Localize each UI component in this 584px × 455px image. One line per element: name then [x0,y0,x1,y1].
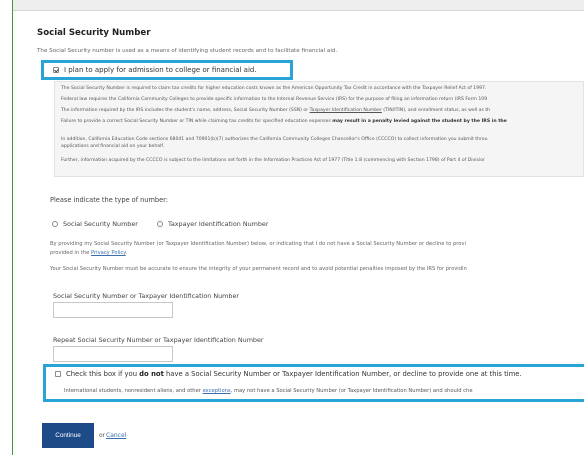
radio-ssn[interactable] [52,221,58,227]
notice-paragraph-4-text: Failure to provide a correct Social Secu… [61,119,333,124]
notice-paragraph-5-line-1: In addition, California Education Code s… [61,137,488,142]
privacy-policy-link[interactable]: Privacy Policy [91,250,126,256]
notice-paragraph-4: Failure to provide a correct Social Secu… [61,119,507,124]
no-ssn-label-text-b: have a Social Security Number or Taxpaye… [163,370,522,378]
notice-paragraph-2: Federal law requires the California Comm… [61,97,488,102]
no-ssn-label: Check this box if you do not have a Soci… [66,370,522,378]
section-title: Social Security Number [37,28,151,38]
radio-tin-label: Taxpayer Identification Number [168,220,269,228]
notice-paragraph-5-line-2: applications and financial aid on your b… [61,144,165,149]
consent-line-2-period: . [125,250,128,256]
ssn-input[interactable] [53,302,173,318]
tin-link[interactable]: Taxpayer Identification Number [310,108,382,113]
notice-paragraph-3-text-a: The information required by the IRS incl… [61,108,310,113]
section-intro: The Social Security number is used as a … [37,48,338,54]
legal-notice-panel: The Social Security Number is required t… [54,81,584,177]
notice-paragraph-4-bold: may result in a penalty levied against t… [332,119,507,124]
plan-to-apply-label: I plan to apply for admission to college… [64,66,257,74]
radio-ssn-label: Social Security Number [63,220,138,228]
id-type-question: Please indicate the type of number: [50,196,168,204]
cancel-link[interactable]: Cancel [106,432,126,439]
no-ssn-label-bold: do not [139,370,164,378]
notice-paragraph-6: Further, information acquired by the CCC… [61,158,485,163]
notice-paragraph-3-text-b: (TIN/ITIN), and enrollment status, as we… [381,108,491,113]
continue-button[interactable]: Continue [42,423,94,448]
notice-paragraph-1: The Social Security Number is required t… [61,86,487,91]
accuracy-note: Your Social Security Number must be accu… [50,266,467,272]
exceptions-link[interactable]: exceptions [203,388,231,394]
plan-to-apply-checkbox[interactable] [53,67,59,73]
international-note: International students, nonresident alie… [64,388,473,394]
ssn-field-label: Social Security Number or Taxpayer Ident… [53,292,240,300]
repeat-ssn-field-label: Repeat Social Security Number or Taxpaye… [53,336,264,344]
repeat-ssn-input[interactable] [53,346,173,362]
consent-line-2: provided in the Privacy Policy. [50,250,127,256]
notice-paragraph-3: The information required by the IRS incl… [61,108,490,113]
consent-line-2-text: provided in the [50,250,91,256]
international-note-text-b: , may not have a Social Security Number … [230,388,473,394]
international-note-text-a: International students, nonresident alie… [64,388,203,394]
consent-line-1: By providing my Social Security Number (… [50,241,466,247]
or-text: or [99,432,106,439]
no-ssn-label-text-a: Check this box if you [66,370,140,378]
no-ssn-checkbox[interactable] [55,371,61,377]
radio-tin[interactable] [157,221,163,227]
